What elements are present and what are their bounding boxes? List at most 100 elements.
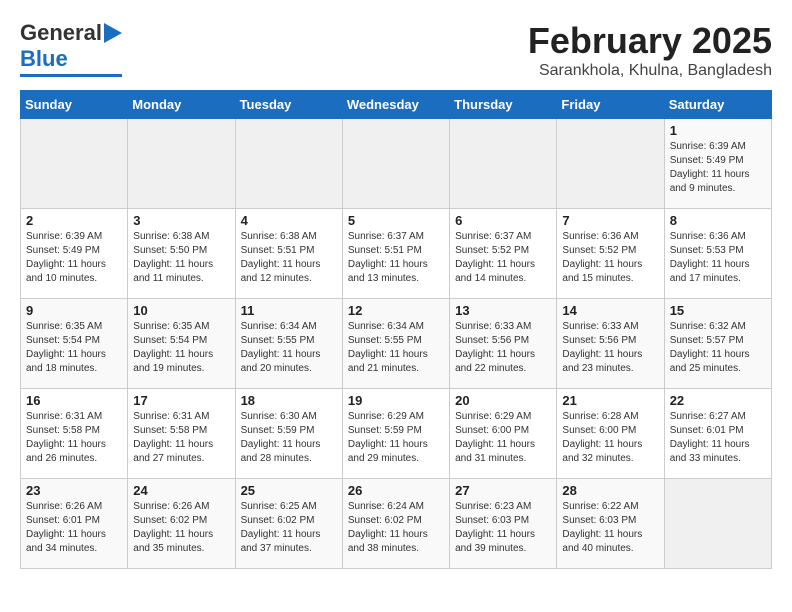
day-info: Sunrise: 6:33 AM Sunset: 5:56 PM Dayligh… — [455, 320, 551, 376]
calendar-cell: 27Sunrise: 6:23 AM Sunset: 6:03 PM Dayli… — [450, 479, 557, 569]
calendar-table: SundayMondayTuesdayWednesdayThursdayFrid… — [20, 90, 772, 569]
day-info: Sunrise: 6:35 AM Sunset: 5:54 PM Dayligh… — [133, 320, 229, 376]
month-title: February 2025 — [528, 20, 772, 62]
day-info: Sunrise: 6:32 AM Sunset: 5:57 PM Dayligh… — [670, 320, 766, 376]
day-number: 13 — [455, 303, 551, 318]
calendar-header: SundayMondayTuesdayWednesdayThursdayFrid… — [21, 91, 772, 119]
calendar-cell: 22 Sunrise: 6:27 AM Sunset: 6:01 PM Dayli… — [664, 389, 771, 479]
day-info: Sunrise: 6:26 AM Sunset: 6:01 PM Dayligh… — [26, 500, 122, 556]
day-number: 18 — [241, 393, 337, 408]
calendar-cell: 28 Sunrise: 6:22 AM Sunset: 6:03 PM Dayli… — [557, 479, 664, 569]
header-day-monday: Monday — [128, 91, 235, 119]
calendar-cell: 18 Sunrise: 6:30 AM Sunset: 5:59 PM Dayli… — [235, 389, 342, 479]
header-day-sunday: Sunday — [21, 91, 128, 119]
logo-line — [20, 74, 122, 77]
day-info: Sunrise: 6:39 AM Sunset: 5:49 PM Dayligh… — [26, 230, 122, 286]
day-info: Sunrise: 6:38 AM Sunset: 5:51 PM Dayligh… — [241, 230, 337, 286]
header-day-friday: Friday — [557, 91, 664, 119]
calendar-cell: 1 Sunrise: 6:39 AM Sunset: 5:49 PM Daylig… — [664, 119, 771, 209]
calendar-cell: 8 Sunrise: 6:36 AM Sunset: 5:53 PM Daylig… — [664, 209, 771, 299]
day-info: Sunrise: 6:33 AM Sunset: 5:56 PM Dayligh… — [562, 320, 658, 376]
calendar-cell — [664, 479, 771, 569]
day-number: 15 — [670, 303, 766, 318]
calendar-cell: 3 Sunrise: 6:38 AM Sunset: 5:50 PM Daylig… — [128, 209, 235, 299]
calendar-cell: 25 Sunrise: 6:25 AM Sunset: 6:02 PM Dayli… — [235, 479, 342, 569]
day-number: 22 — [670, 393, 766, 408]
header-row: SundayMondayTuesdayWednesdayThursdayFrid… — [21, 91, 772, 119]
day-info: Sunrise: 6:37 AM Sunset: 5:52 PM Dayligh… — [455, 230, 551, 286]
day-number: 26 — [348, 483, 444, 498]
page-header: General Blue February 2025 Sarankhola, K… — [20, 20, 772, 80]
day-number: 11 — [241, 303, 337, 318]
calendar-body: 1 Sunrise: 6:39 AM Sunset: 5:49 PM Daylig… — [21, 119, 772, 569]
calendar-cell: 5 Sunrise: 6:37 AM Sunset: 5:51 PM Daylig… — [342, 209, 449, 299]
day-info: Sunrise: 6:29 AM Sunset: 5:59 PM Dayligh… — [348, 410, 444, 466]
week-row-1: 1 Sunrise: 6:39 AM Sunset: 5:49 PM Daylig… — [21, 119, 772, 209]
calendar-cell: 13 Sunrise: 6:33 AM Sunset: 5:56 PM Dayli… — [450, 299, 557, 389]
calendar-cell: 23 Sunrise: 6:26 AM Sunset: 6:01 PM Dayli… — [21, 479, 128, 569]
week-row-3: 9 Sunrise: 6:35 AM Sunset: 5:54 PM Daylig… — [21, 299, 772, 389]
day-number: 12 — [348, 303, 444, 318]
header-day-wednesday: Wednesday — [342, 91, 449, 119]
day-info: Sunrise: 6:36 AM Sunset: 5:53 PM Dayligh… — [670, 230, 766, 286]
calendar-cell: 15 Sunrise: 6:32 AM Sunset: 5:57 PM Dayli… — [664, 299, 771, 389]
day-number: 28 — [562, 483, 658, 498]
calendar-cell: 21Sunrise: 6:28 AM Sunset: 6:00 PM Dayli… — [557, 389, 664, 479]
location-title: Sarankhola, Khulna, Bangladesh — [528, 62, 772, 80]
week-row-5: 23 Sunrise: 6:26 AM Sunset: 6:01 PM Dayli… — [21, 479, 772, 569]
day-info: Sunrise: 6:28 AM Sunset: 6:00 PM Dayligh… — [562, 410, 658, 466]
day-number: 6 — [455, 213, 551, 228]
day-number: 14 — [562, 303, 658, 318]
day-number: 7 — [562, 213, 658, 228]
calendar-cell: 11 Sunrise: 6:34 AM Sunset: 5:55 PM Dayli… — [235, 299, 342, 389]
calendar-cell: 6 Sunrise: 6:37 AM Sunset: 5:52 PM Daylig… — [450, 209, 557, 299]
logo-arrow-icon — [104, 23, 122, 43]
calendar-cell — [342, 119, 449, 209]
week-row-4: 16 Sunrise: 6:31 AM Sunset: 5:58 PM Dayli… — [21, 389, 772, 479]
day-number: 5 — [348, 213, 444, 228]
calendar-cell: 19 Sunrise: 6:29 AM Sunset: 5:59 PM Dayli… — [342, 389, 449, 479]
calendar-cell: 4 Sunrise: 6:38 AM Sunset: 5:51 PM Daylig… — [235, 209, 342, 299]
day-number: 1 — [670, 123, 766, 138]
header-day-thursday: Thursday — [450, 91, 557, 119]
calendar-cell: 16Sunrise: 6:31 AM Sunset: 5:58 PM Dayli… — [21, 389, 128, 479]
calendar-cell: 10Sunrise: 6:35 AM Sunset: 5:54 PM Dayli… — [128, 299, 235, 389]
day-info: Sunrise: 6:29 AM Sunset: 6:00 PM Dayligh… — [455, 410, 551, 466]
day-number: 25 — [241, 483, 337, 498]
week-row-2: 2Sunrise: 6:39 AM Sunset: 5:49 PM Daylig… — [21, 209, 772, 299]
day-info: Sunrise: 6:38 AM Sunset: 5:50 PM Dayligh… — [133, 230, 229, 286]
day-number: 27 — [455, 483, 551, 498]
day-info: Sunrise: 6:34 AM Sunset: 5:55 PM Dayligh… — [241, 320, 337, 376]
calendar-cell — [450, 119, 557, 209]
logo-general-text: General — [20, 20, 102, 46]
day-number: 3 — [133, 213, 229, 228]
logo: General Blue — [20, 20, 122, 77]
day-info: Sunrise: 6:26 AM Sunset: 6:02 PM Dayligh… — [133, 500, 229, 556]
day-number: 20 — [455, 393, 551, 408]
day-info: Sunrise: 6:31 AM Sunset: 5:58 PM Dayligh… — [133, 410, 229, 466]
day-info: Sunrise: 6:22 AM Sunset: 6:03 PM Dayligh… — [562, 500, 658, 556]
day-number: 24 — [133, 483, 229, 498]
day-number: 17 — [133, 393, 229, 408]
day-number: 4 — [241, 213, 337, 228]
day-info: Sunrise: 6:37 AM Sunset: 5:51 PM Dayligh… — [348, 230, 444, 286]
day-number: 16 — [26, 393, 122, 408]
title-section: February 2025 Sarankhola, Khulna, Bangla… — [528, 20, 772, 80]
day-info: Sunrise: 6:36 AM Sunset: 5:52 PM Dayligh… — [562, 230, 658, 286]
calendar-cell — [128, 119, 235, 209]
day-number: 9 — [26, 303, 122, 318]
day-info: Sunrise: 6:27 AM Sunset: 6:01 PM Dayligh… — [670, 410, 766, 466]
calendar-cell: 2Sunrise: 6:39 AM Sunset: 5:49 PM Daylig… — [21, 209, 128, 299]
header-day-saturday: Saturday — [664, 91, 771, 119]
day-info: Sunrise: 6:39 AM Sunset: 5:49 PM Dayligh… — [670, 140, 766, 196]
calendar-cell: 17 Sunrise: 6:31 AM Sunset: 5:58 PM Dayli… — [128, 389, 235, 479]
day-number: 19 — [348, 393, 444, 408]
day-info: Sunrise: 6:34 AM Sunset: 5:55 PM Dayligh… — [348, 320, 444, 376]
day-info: Sunrise: 6:30 AM Sunset: 5:59 PM Dayligh… — [241, 410, 337, 466]
calendar-cell: 24 Sunrise: 6:26 AM Sunset: 6:02 PM Dayli… — [128, 479, 235, 569]
day-number: 23 — [26, 483, 122, 498]
calendar-cell: 14 Sunrise: 6:33 AM Sunset: 5:56 PM Dayli… — [557, 299, 664, 389]
day-info: Sunrise: 6:25 AM Sunset: 6:02 PM Dayligh… — [241, 500, 337, 556]
logo-blue-text: Blue — [20, 46, 68, 72]
day-number: 8 — [670, 213, 766, 228]
